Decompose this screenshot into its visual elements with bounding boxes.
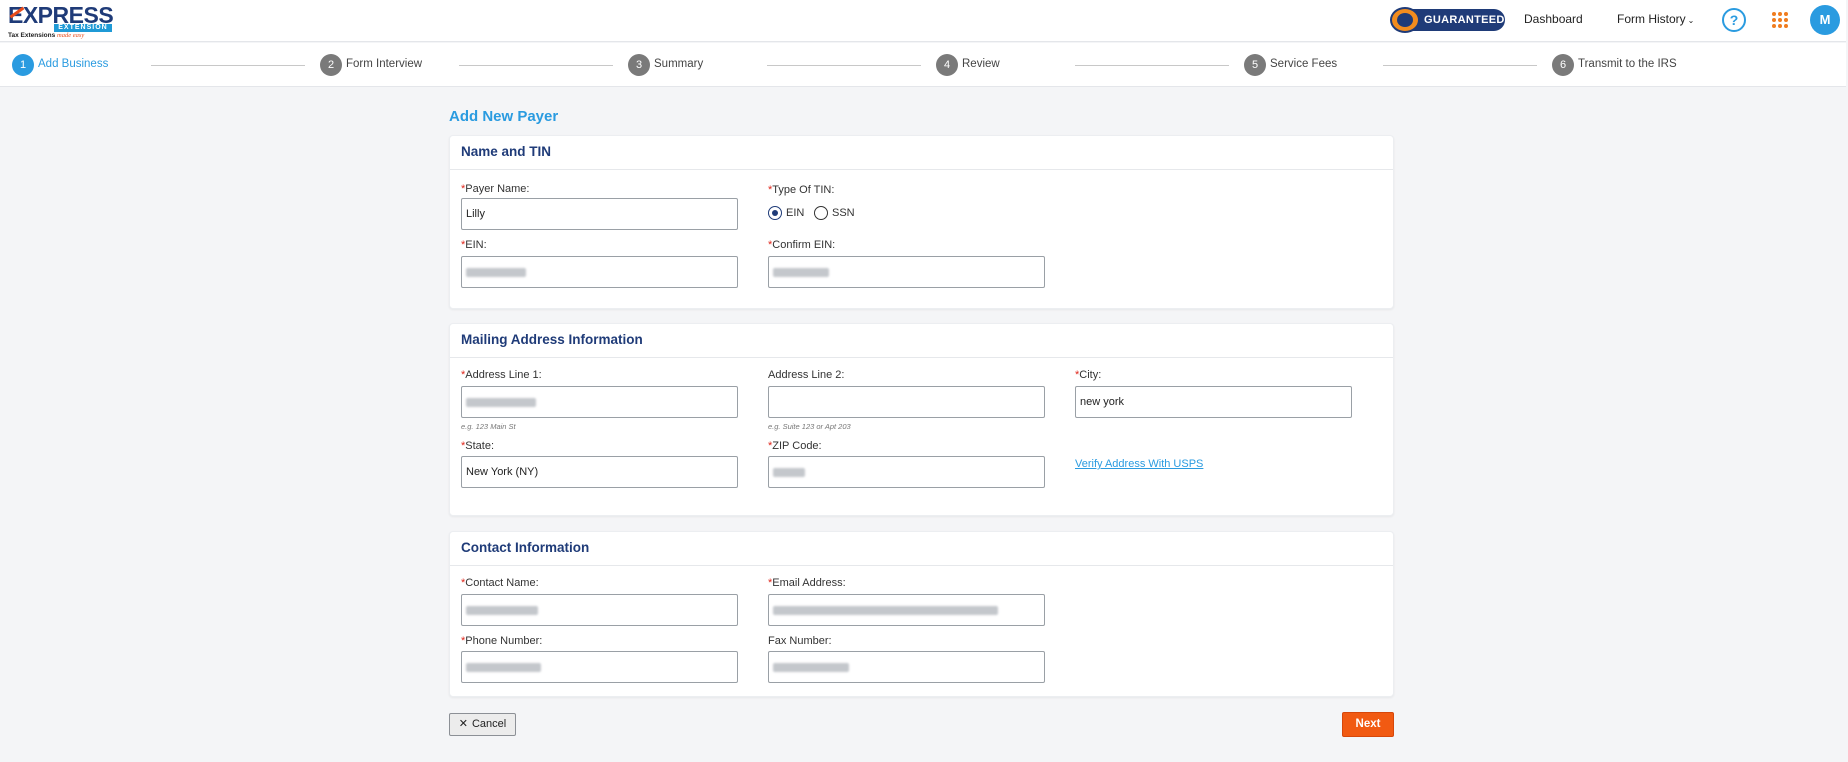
phone-input[interactable] [461, 651, 738, 683]
step-label: Review [962, 58, 1000, 70]
zip-input[interactable] [768, 456, 1045, 488]
address1-hint: e.g. 123 Main St [461, 422, 516, 431]
redacted-value [466, 267, 526, 277]
mailing-address-card: Mailing Address Information *Address Lin… [449, 323, 1394, 516]
radio-ssn[interactable]: SSN [814, 206, 855, 220]
step-connector [151, 65, 305, 66]
page-title: Add New Payer [449, 108, 559, 125]
redacted-value [466, 397, 536, 407]
zip-label: *ZIP Code: [768, 440, 822, 452]
step-label: Transmit to the IRS [1578, 58, 1677, 70]
radio-selected-icon [768, 206, 782, 220]
fax-label: Fax Number: [768, 635, 832, 647]
progress-stepper: 1 Add Business 2 Form Interview 3 Summar… [0, 43, 1846, 87]
step-number: 2 [320, 54, 342, 76]
address2-input[interactable] [768, 386, 1045, 418]
verify-usps-link[interactable]: Verify Address With USPS [1075, 458, 1203, 470]
step-number: 5 [1244, 54, 1266, 76]
cancel-button[interactable]: ✕ Cancel [449, 713, 516, 736]
address2-hint: e.g. Suite 123 or Apt 203 [768, 422, 851, 431]
city-input[interactable]: new york [1075, 386, 1352, 418]
radio-ein[interactable]: EIN [768, 206, 804, 220]
step-label: Form Interview [346, 58, 423, 70]
name-tin-card: Name and TIN *Payer Name: Lilly *Type Of… [449, 135, 1394, 309]
section-heading: Mailing Address Information [450, 324, 1393, 358]
apps-grid-icon[interactable] [1772, 12, 1788, 28]
confirm-ein-input[interactable] [768, 256, 1045, 288]
step-label: Add Business [38, 58, 109, 70]
close-icon: ✕ [458, 718, 468, 730]
radio-unselected-icon [814, 206, 828, 220]
step-connector [767, 65, 921, 66]
ein-input[interactable] [461, 256, 738, 288]
contact-name-input[interactable] [461, 594, 738, 626]
next-button[interactable]: Next [1342, 712, 1394, 737]
city-label: *City: [1075, 369, 1102, 381]
logo-wordmark: EXPRESS [8, 2, 114, 28]
step-connector [1075, 65, 1229, 66]
address1-label: *Address Line 1: [461, 369, 542, 381]
nav-form-history[interactable]: Form History ⌄ [1617, 12, 1694, 26]
help-icon[interactable]: ? [1722, 8, 1746, 32]
state-select[interactable]: New York (NY) [461, 456, 738, 488]
step-number: 4 [936, 54, 958, 76]
logo-tagline: Tax Extensions made easy [8, 32, 85, 39]
guaranteed-badge: GUARANTEED [1390, 7, 1505, 33]
step-connector [459, 65, 613, 66]
ein-label: *EIN: [461, 239, 487, 251]
step-number: 1 [12, 54, 34, 76]
express-extension-logo[interactable]: EXPRESS EXTENSION Tax Extensions made ea… [8, 4, 114, 40]
redacted-value [466, 605, 538, 615]
redacted-value [773, 267, 829, 277]
email-label: *Email Address: [768, 577, 846, 589]
redacted-value [773, 605, 998, 615]
address2-label: Address Line 2: [768, 369, 845, 381]
step-label: Summary [654, 58, 704, 70]
nav-dashboard[interactable]: Dashboard [1524, 12, 1583, 26]
contact-info-card: Contact Information *Contact Name: *Emai… [449, 531, 1394, 697]
phone-label: *Phone Number: [461, 635, 543, 647]
fax-input[interactable] [768, 651, 1045, 683]
chevron-down-icon: ⌄ [1687, 16, 1695, 25]
seal-icon [1390, 7, 1420, 33]
redacted-value [773, 662, 849, 672]
contact-name-label: *Contact Name: [461, 577, 539, 589]
redacted-value [773, 467, 805, 477]
section-heading: Name and TIN [450, 136, 1393, 170]
confirm-ein-label: *Confirm EIN: [768, 239, 836, 251]
section-heading: Contact Information [450, 532, 1393, 566]
step-label: Service Fees [1270, 58, 1338, 70]
email-input[interactable] [768, 594, 1045, 626]
user-avatar[interactable]: M [1810, 5, 1840, 35]
step-number: 3 [628, 54, 650, 76]
logo-bar: EXTENSION [54, 24, 112, 32]
redacted-value [466, 662, 541, 672]
top-header: EXPRESS EXTENSION Tax Extensions made ea… [0, 0, 1846, 42]
tin-type-label: *Type Of TIN: [768, 184, 835, 196]
payer-name-label: *Payer Name: [461, 183, 530, 195]
state-label: *State: [461, 440, 495, 452]
payer-name-input[interactable]: Lilly [461, 198, 738, 230]
step-connector [1383, 65, 1537, 66]
step-number: 6 [1552, 54, 1574, 76]
address1-input[interactable] [461, 386, 738, 418]
